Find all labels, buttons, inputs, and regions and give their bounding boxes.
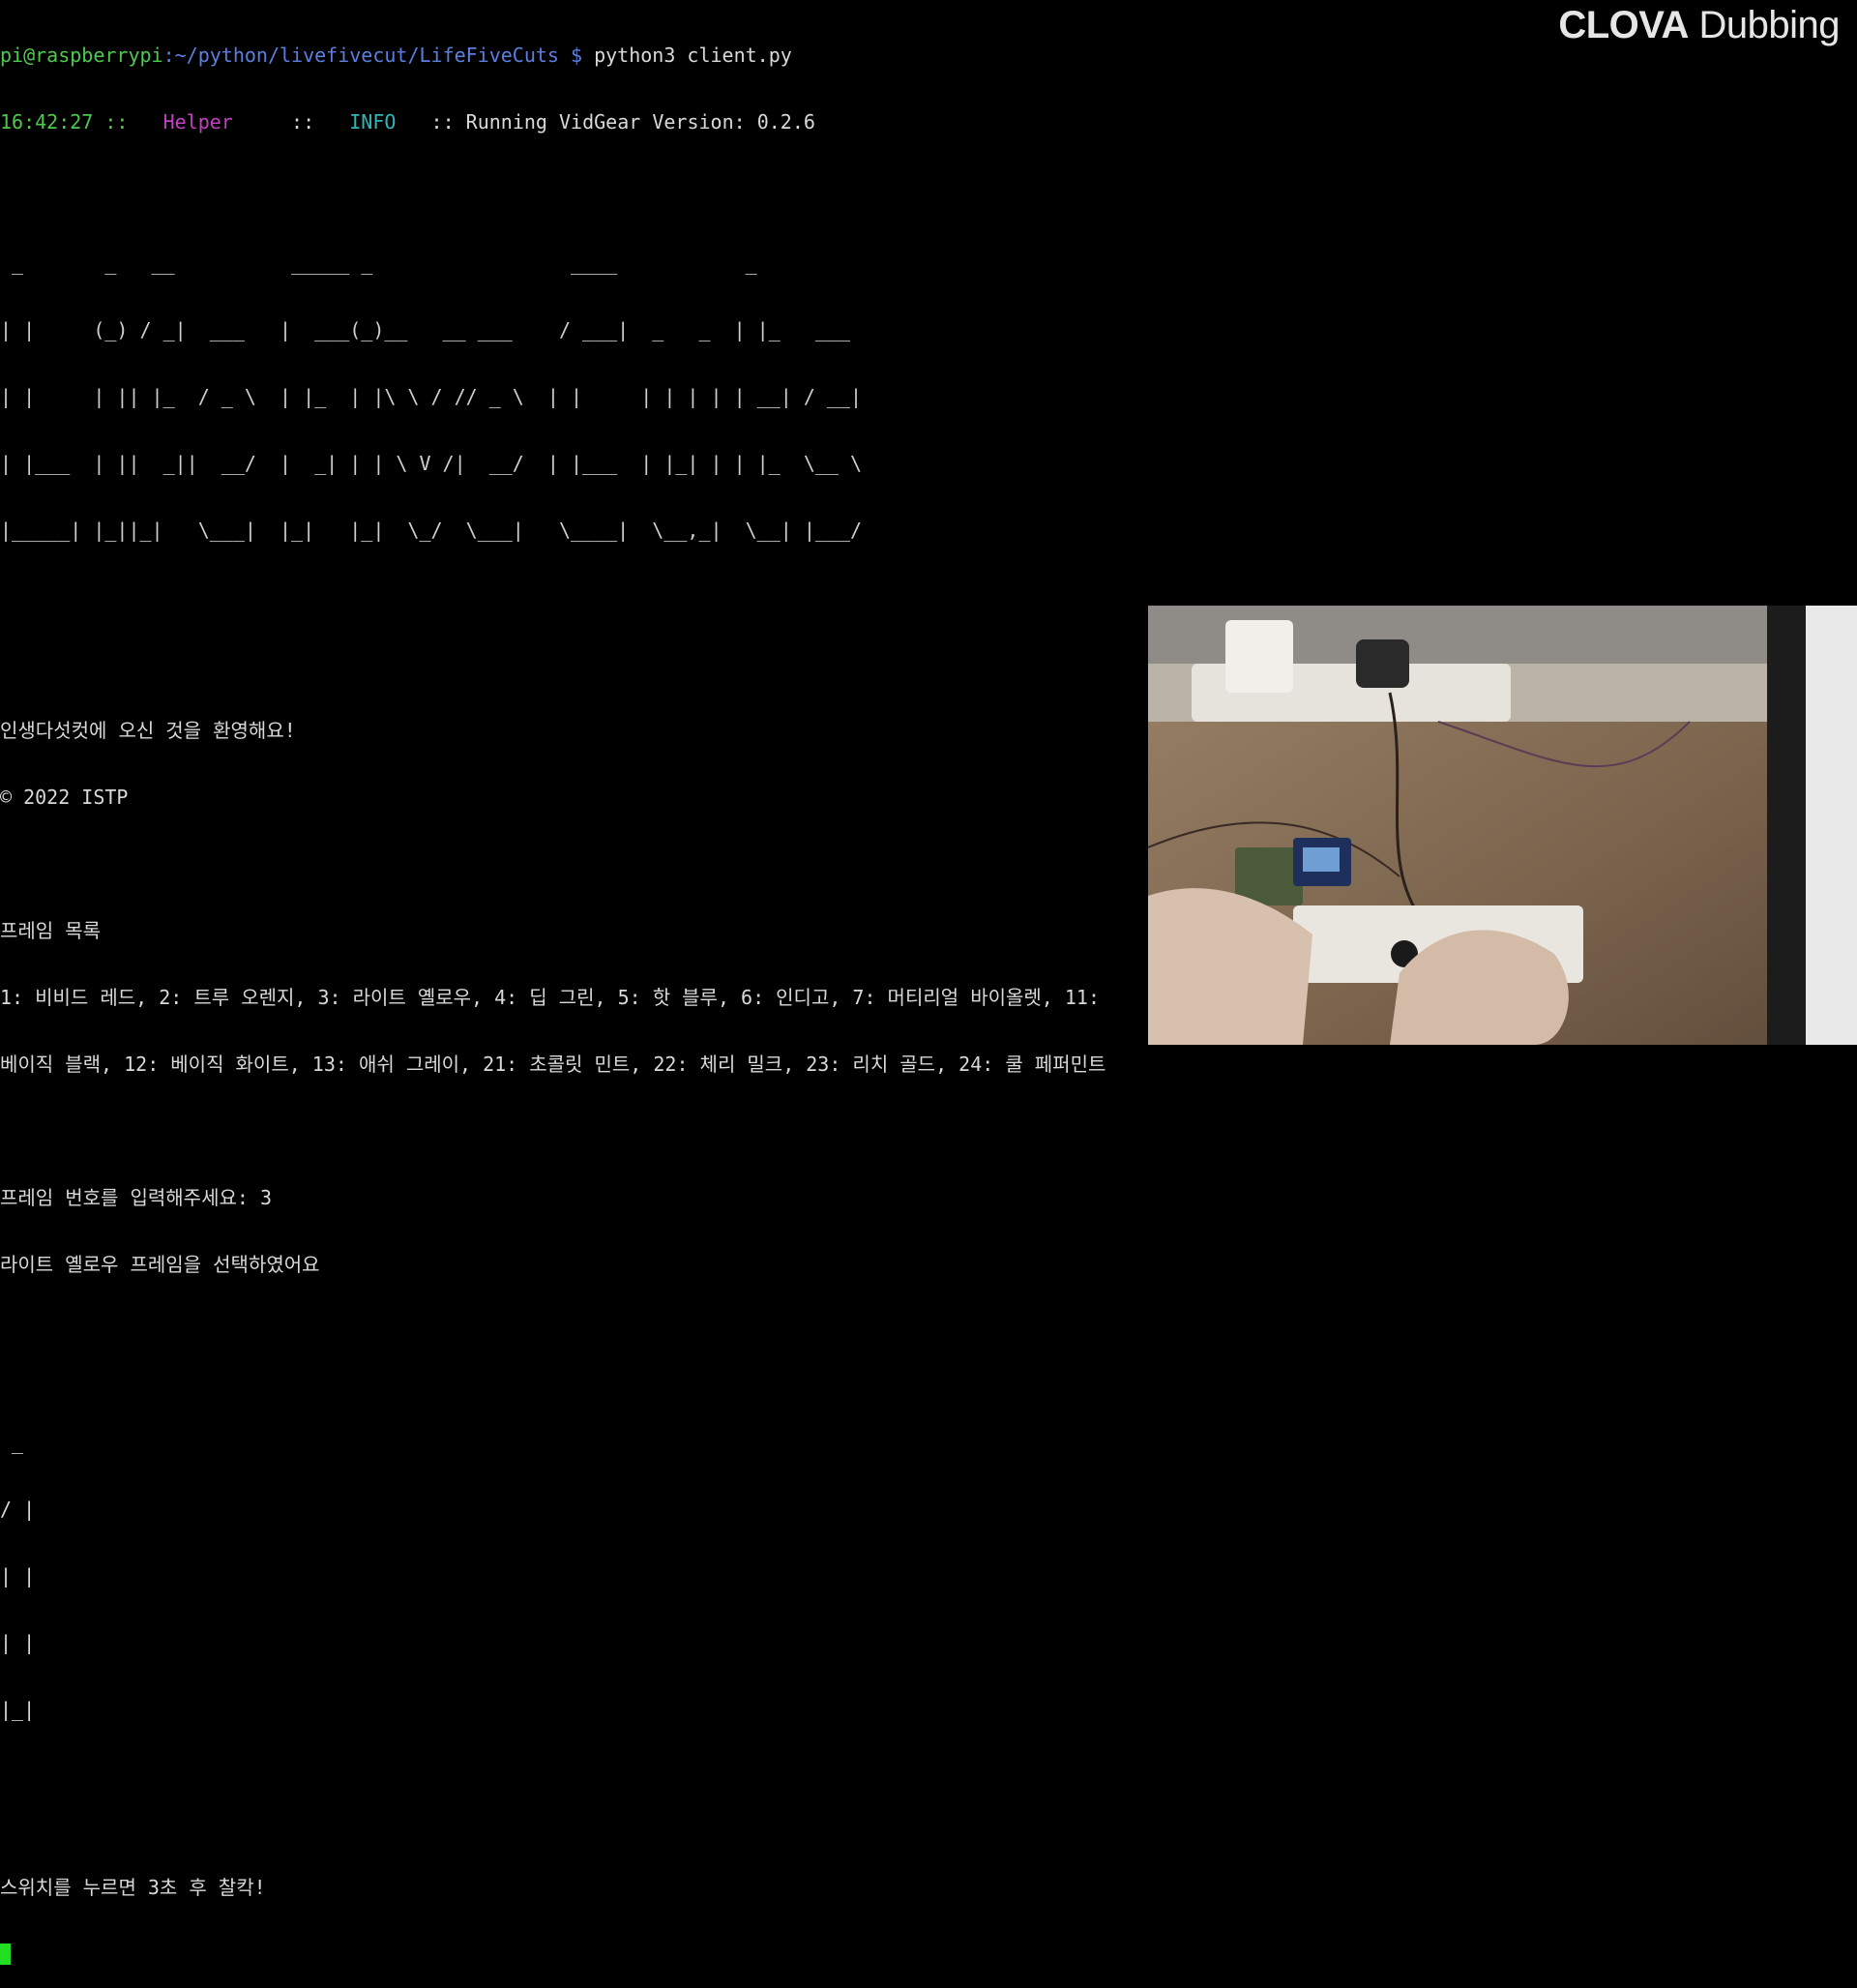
log-source: Helper [162, 110, 233, 134]
countdown-row: / | [0, 1498, 36, 1521]
log-message: Running VidGear Version: 0.2.6 [465, 110, 815, 134]
shell-prompt-line: pi@raspberrypi:~/python/livefivecut/Life… [0, 45, 1257, 67]
countdown-row: | | [0, 1564, 36, 1587]
countdown-ascii: _ / | | | | | |_| [0, 1387, 1257, 1765]
hardware-scene-image [1148, 606, 1857, 1045]
countdown-row: | | [0, 1631, 36, 1654]
prompt-command: python3 client.py [582, 44, 792, 67]
frame-selected-text: 라이트 옐로우 프레임을 선택하였어요 [0, 1253, 320, 1276]
log-level: INFO [349, 110, 397, 134]
copyright-text: © 2022 ISTP [0, 786, 129, 809]
log-separator: :: [232, 110, 350, 134]
watermark-product: Dubbing [1698, 4, 1840, 46]
frames-title: 프레임 목록 [0, 919, 102, 942]
watermark-brand: CLOVA [1558, 4, 1689, 46]
cursor-line [0, 1943, 1257, 1966]
frame-input-prompt: 프레임 번호를 입력해주세요: 3 [0, 1186, 273, 1209]
log-separator: :: [93, 110, 163, 134]
banner-row: | | | || |_ / _ \ | |_ | |\ \ / // _ \ |… [0, 385, 874, 408]
log-line: 16:42:27 :: Helper :: INFO :: Running Vi… [0, 111, 1257, 134]
banner-row: | |___ | || _|| __/ | _| | | \ V /| __/ … [0, 452, 874, 475]
frames-list-line-2: 베이직 블랙, 12: 베이직 화이트, 13: 애쉬 그레이, 21: 초콜릿… [0, 1053, 1106, 1076]
countdown-row: _ [0, 1431, 36, 1454]
terminal-output[interactable]: pi@raspberrypi:~/python/livefivecut/Life… [0, 0, 1257, 1988]
countdown-row: |_| [0, 1698, 36, 1721]
log-timestamp: 16:42:27 [0, 110, 94, 134]
banner-row: |_____| |_||_| \___| |_| |_| \_/ \___| \… [0, 519, 874, 542]
terminal-cursor [0, 1943, 11, 1965]
banner-row: _ _ __ _____ _ ____ _ [0, 252, 874, 275]
banner-row: | | (_) / _| ___ | ___(_)__ __ ___ / ___… [0, 318, 874, 341]
clova-dubbing-watermark: CLOVA Dubbing [1558, 4, 1840, 47]
prompt-user-host: pi@raspberrypi [0, 44, 163, 67]
ascii-banner: _ _ __ _____ _ ____ _ | | (_) / _| ___ |… [0, 208, 1257, 586]
prompt-path: :~/python/livefivecut/LifeFiveCuts $ [162, 44, 583, 67]
instruction-text: 스위치를 누르면 3초 후 찰칵! [0, 1876, 266, 1899]
camera-video-overlay [1148, 606, 1857, 1045]
frames-list-line-1: 1: 비비드 레드, 2: 트루 오렌지, 3: 라이트 옐로우, 4: 딥 그… [0, 986, 1101, 1009]
log-separator: :: [396, 110, 466, 134]
welcome-text: 인생다섯컷에 오신 것을 환영해요! [0, 719, 296, 742]
